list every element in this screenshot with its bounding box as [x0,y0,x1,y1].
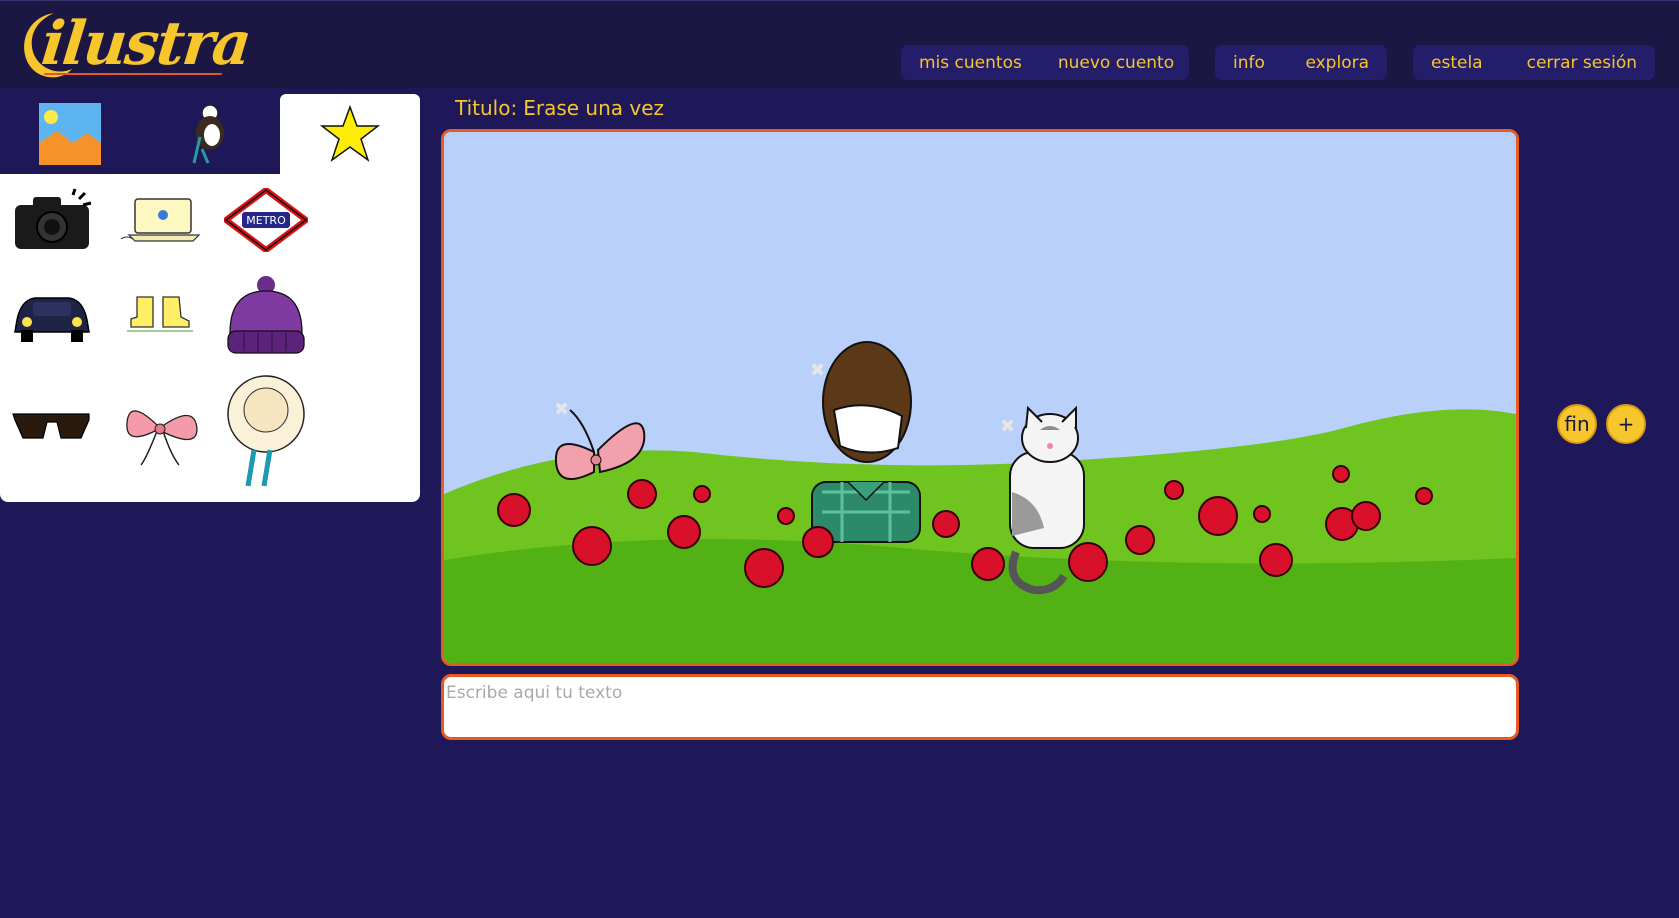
story-title-label: Titulo: [455,96,518,120]
logo-text: ilustra [38,9,253,79]
remove-cat-icon[interactable]: ✖ [1000,416,1015,437]
boots-icon [127,296,193,332]
palette-item-boots[interactable] [116,272,204,360]
tab-characters[interactable] [140,94,280,174]
tab-backgrounds[interactable] [0,94,140,174]
add-page-button[interactable]: + [1606,404,1646,444]
app-logo[interactable]: ilustra [14,7,253,83]
palette-item-metro-sign[interactable]: METRO [222,176,310,264]
tab-objects[interactable] [280,94,420,174]
object-palette: METRO [0,174,420,502]
remove-man-icon[interactable]: ✖ [810,360,825,381]
nav-mis-cuentos[interactable]: mis cuentos [901,53,1040,73]
palette-item-beanie[interactable] [222,272,310,360]
story-canvas[interactable]: ✖ ✖ ✖ [441,129,1519,666]
sunglasses-icon [12,413,90,439]
story-title: Titulo: Erase una vez [455,96,670,120]
scene-illustration: ✖ ✖ ✖ [444,132,1516,663]
car-icon [14,297,90,342]
logo-underline [44,73,222,75]
bow-icon [126,410,198,466]
straw-hat-icon [227,375,305,487]
laptop-icon [120,198,201,242]
metro-label: METRO [246,214,286,227]
nav-nuevo-cuento[interactable]: nuevo cuento [1040,53,1192,73]
nav-cerrar-sesion[interactable]: cerrar sesión [1509,53,1655,73]
camera-icon [15,188,92,249]
palette-tabs [0,94,420,174]
palette-item-camera[interactable] [8,176,96,264]
beanie-hat-icon [227,276,305,354]
remove-bow-icon[interactable]: ✖ [554,399,569,420]
nav-group-stories: mis cuentos nuevo cuento [901,45,1189,80]
palette-item-car[interactable] [8,272,96,360]
top-bar: ilustra mis cuentos nuevo cuento info ex… [0,0,1679,88]
star-icon [320,105,380,162]
palette-item-sunglasses[interactable] [8,384,96,472]
metro-sign-icon: METRO [224,188,308,252]
palette-item-straw-hat[interactable] [222,370,310,490]
nav-group-user: estela cerrar sesión [1413,45,1655,80]
nav-user-estela[interactable]: estela [1413,53,1501,73]
story-text-input[interactable] [441,674,1519,740]
palette-item-laptop[interactable] [116,176,204,264]
nav-group-info: info explora [1215,45,1387,80]
finish-button[interactable]: fin [1557,404,1597,444]
nav-info[interactable]: info [1215,53,1283,73]
palette-item-bow[interactable] [116,384,204,472]
landscape-icon [39,103,101,165]
nav-explora[interactable]: explora [1287,53,1387,73]
story-title-value[interactable]: Erase una vez [523,96,664,120]
character-icon [192,104,224,164]
